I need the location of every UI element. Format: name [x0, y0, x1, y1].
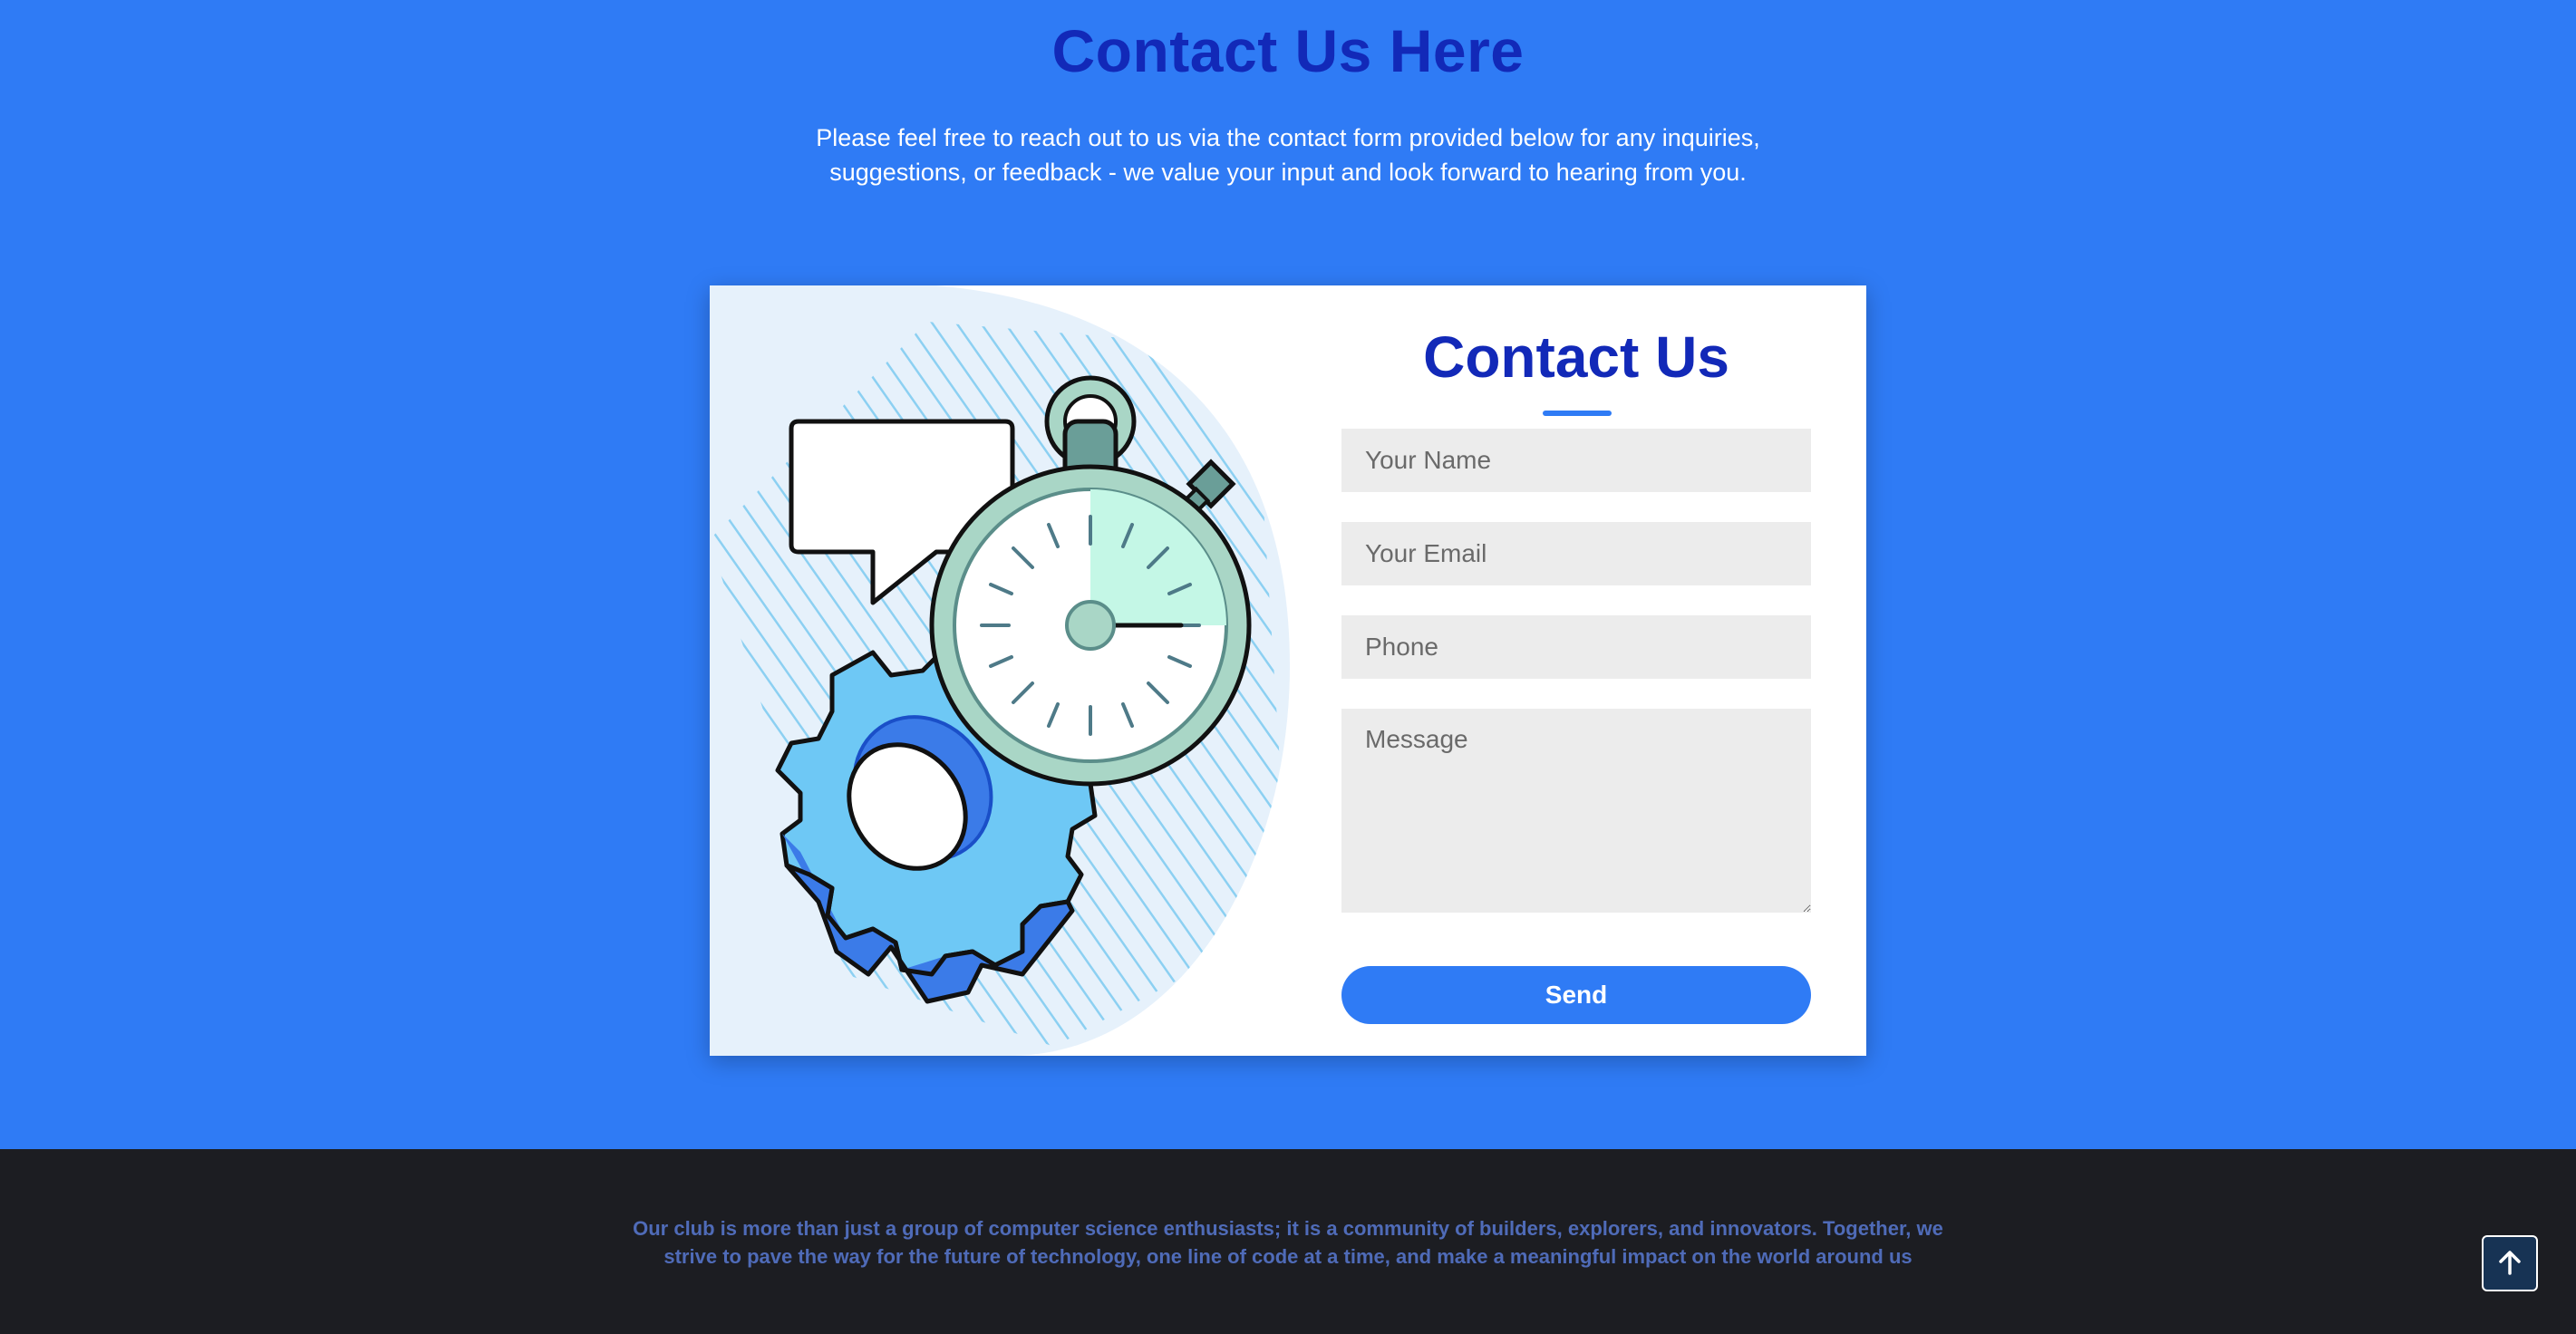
arrow-up-icon: [2498, 1250, 2522, 1278]
site-footer: Our club is more than just a group of co…: [0, 1149, 2576, 1334]
page-title: Contact Us Here: [1051, 17, 1525, 84]
footer-text: Our club is more than just a group of co…: [633, 1217, 1943, 1268]
contact-card: Contact Us Send: [710, 285, 1866, 1056]
send-button[interactable]: Send: [1341, 966, 1811, 1024]
page-description: Please feel free to reach out to us via …: [816, 124, 1760, 186]
contact-form: Contact Us Send: [1341, 285, 1811, 1056]
contact-hero: Contact Us Here Please feel free to reac…: [0, 0, 2576, 1149]
name-input[interactable]: [1341, 429, 1811, 492]
form-title: Contact Us: [1423, 324, 1729, 390]
contact-illustration: [710, 285, 1290, 1056]
phone-input[interactable]: [1341, 615, 1811, 679]
scroll-to-top-button[interactable]: [2482, 1235, 2538, 1291]
email-input[interactable]: [1341, 522, 1811, 585]
title-underline: [1543, 411, 1612, 416]
message-textarea[interactable]: [1341, 709, 1811, 913]
